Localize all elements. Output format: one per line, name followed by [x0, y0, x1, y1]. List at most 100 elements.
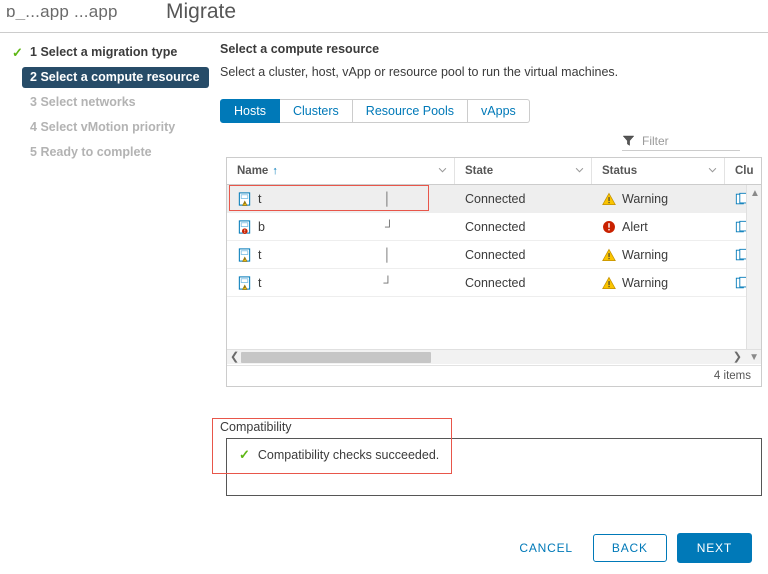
column-header-name[interactable]: Name ↑: [227, 158, 455, 184]
cell-state: Connected: [465, 219, 526, 234]
host-name-tail: ┘: [384, 219, 394, 234]
step-label: Ready to complete: [40, 145, 152, 159]
host-name-redacted: [261, 249, 383, 260]
cell-state: Connected: [465, 275, 526, 290]
column-label: State: [465, 165, 494, 177]
sidebar-item-select-networks[interactable]: 3 Select networks: [0, 92, 214, 113]
host-name-redacted: [265, 221, 385, 232]
chevron-down-icon[interactable]: [575, 167, 584, 173]
sidebar-item-select-vmotion-priority[interactable]: 4 Select vMotion priority: [0, 117, 214, 138]
column-header-cluster[interactable]: Clu: [725, 158, 761, 184]
cell-name: t ┘: [227, 275, 455, 291]
funnel-icon: [622, 135, 635, 146]
status-label: Alert: [622, 219, 648, 234]
step-number: 3: [30, 95, 41, 109]
host-alert-icon: [238, 219, 251, 234]
step-label: Select vMotion priority: [40, 120, 176, 134]
cell-status: Warning: [592, 248, 725, 262]
step-number: 1: [30, 45, 41, 59]
tab-resource-pools[interactable]: Resource Pools: [352, 99, 469, 123]
host-name-redacted: [261, 277, 383, 288]
cell-status: Alert: [592, 220, 725, 234]
table-header-row: Name ↑ State Status Clu: [227, 158, 761, 185]
host-warning-icon: [238, 275, 251, 290]
table-row[interactable]: t │ Connected Warning: [227, 185, 761, 213]
tab-hosts[interactable]: Hosts: [220, 99, 280, 123]
scroll-up-icon[interactable]: ▲: [750, 188, 760, 199]
table-row[interactable]: t ┘ Connected Warning: [227, 269, 761, 297]
warning-icon: [602, 276, 616, 289]
step-label: Select a migration type: [40, 45, 178, 59]
sidebar-item-select-a-migration-type[interactable]: ✓ 1 Select a migration type: [0, 42, 214, 63]
horizontal-scrollbar[interactable]: ❮ ❯ ▼: [227, 349, 761, 364]
status-label: Warning: [622, 275, 669, 290]
tab-vapps[interactable]: vApps: [468, 99, 530, 123]
sidebar-item-select-a-compute-resource[interactable]: 2 Select a compute resource: [22, 67, 209, 88]
cell-state: Connected: [465, 191, 526, 206]
migrate-wizard: b_...app ...app Migrate ✓ 1 Select a mig…: [0, 0, 768, 574]
compute-resource-table: Name ↑ State Status Clu t │ Connected Wa…: [226, 157, 762, 387]
cancel-button[interactable]: CANCEL: [507, 535, 584, 561]
scrollbar-thumb[interactable]: [241, 352, 431, 363]
host-name-tail: │: [383, 191, 392, 206]
step-number: 4: [30, 120, 41, 134]
column-header-state[interactable]: State: [455, 158, 592, 184]
sidebar-item-ready-to-complete[interactable]: 5 Ready to complete: [0, 142, 214, 163]
column-label: Clu: [735, 165, 754, 177]
host-name-redacted: [261, 193, 383, 204]
column-label: Status: [602, 165, 638, 177]
next-button[interactable]: NEXT: [676, 533, 752, 563]
cell-status: Warning: [592, 276, 725, 290]
column-header-status[interactable]: Status: [592, 158, 725, 184]
wizard-titlebar: b_...app ...app Migrate: [0, 0, 768, 33]
chevron-down-icon[interactable]: [438, 167, 447, 173]
wizard-steps: ✓ 1 Select a migration type 2 Select a c…: [0, 42, 214, 167]
alert-icon: [603, 220, 615, 233]
section-subheading: Select a cluster, host, vApp or resource…: [220, 65, 619, 79]
tab-clusters[interactable]: Clusters: [279, 99, 353, 123]
host-warning-icon: [238, 247, 251, 262]
back-button[interactable]: BACK: [592, 534, 667, 562]
filter-input[interactable]: [642, 133, 734, 148]
host-warning-icon: [238, 191, 251, 206]
host-name-tail: │: [383, 247, 392, 262]
table-row[interactable]: b ┘ Connected Alert: [227, 213, 761, 241]
cell-state: Connected: [465, 247, 526, 262]
check-icon: ✓: [12, 45, 23, 60]
cell-name: t │: [227, 247, 455, 263]
step-number: 5: [30, 145, 41, 159]
filter-container: [622, 131, 740, 151]
table-row[interactable]: t │ Connected Warning: [227, 241, 761, 269]
compatibility-label: Compatibility: [220, 420, 292, 434]
host-name: b: [258, 219, 265, 234]
compatibility-message: Compatibility checks succeeded.: [257, 448, 440, 462]
sort-ascending-icon: ↑: [272, 165, 278, 177]
resource-type-tabs: Hosts Clusters Resource Pools vApps: [220, 99, 530, 123]
compatibility-message-row: ✓ Compatibility checks succeeded.: [227, 439, 761, 463]
step-number: 2: [30, 70, 41, 84]
compatibility-panel: ✓ Compatibility checks succeeded.: [226, 438, 762, 496]
cell-status: Warning: [592, 192, 725, 206]
vertical-scrollbar[interactable]: ▲: [746, 185, 761, 364]
wizard-footer: CANCEL BACK NEXT: [0, 522, 768, 574]
step-label: Select networks: [40, 95, 136, 109]
cell-name: b ┘: [227, 219, 455, 235]
items-count: 4 items: [227, 365, 761, 386]
column-label: Name: [237, 165, 269, 177]
host-name-tail: ┘: [383, 275, 393, 290]
status-label: Warning: [622, 191, 669, 206]
chevron-down-icon[interactable]: [708, 167, 717, 173]
scroll-left-icon[interactable]: ❮: [230, 350, 239, 365]
table-body: t │ Connected Warning b ┘ Connected Aler…: [227, 185, 761, 364]
check-icon: ✓: [239, 447, 250, 462]
vm-name-label: b_...app ...app: [6, 2, 118, 21]
page-title: Migrate: [166, 0, 237, 23]
main-header: Select a compute resource Select a clust…: [220, 42, 768, 79]
scroll-down-icon[interactable]: ▼: [749, 350, 759, 365]
section-heading: Select a compute resource: [220, 42, 380, 56]
warning-icon: [602, 192, 616, 205]
status-label: Warning: [622, 247, 669, 262]
cell-name: t │: [227, 191, 455, 207]
scroll-right-icon[interactable]: ❯: [733, 350, 742, 365]
warning-icon: [602, 248, 616, 261]
